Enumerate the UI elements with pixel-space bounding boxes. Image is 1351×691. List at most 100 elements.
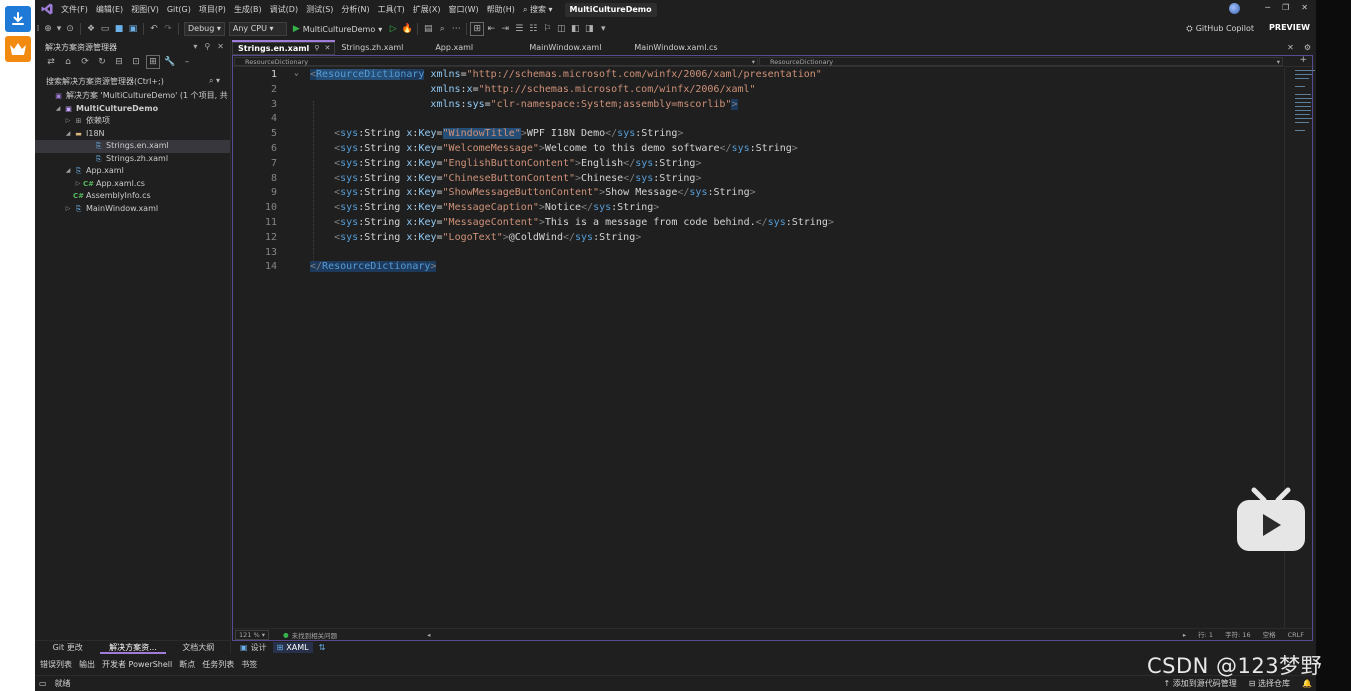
tab-settings-gear-icon[interactable]: ⚙ <box>1304 40 1311 55</box>
doc-tab-mainwindow-xaml[interactable]: MainWindow.xaml <box>523 40 628 55</box>
collapsed-arrow-icon[interactable]: ▷ <box>63 203 73 216</box>
collapse-all-icon[interactable]: ⊟ <box>112 55 126 69</box>
tab-breakpoints[interactable]: 断点 <box>179 659 195 670</box>
collapsed-arrow-icon[interactable]: ▷ <box>73 178 83 191</box>
pin-tab-icon[interactable]: ⚲ <box>314 41 319 56</box>
tab-error-list[interactable]: 错误列表 <box>40 659 72 670</box>
menu-window[interactable]: 窗口(W) <box>445 0 483 20</box>
doc-tab-mainwindow-cs[interactable]: MainWindow.xaml.cs <box>628 40 722 55</box>
profile-avatar-icon[interactable] <box>1229 3 1240 14</box>
line-number-status[interactable]: 行: 1 <box>1198 629 1213 641</box>
type-navigation-select[interactable]: ResourceDictionary ▾ <box>234 56 758 66</box>
close-panel-icon[interactable]: ✕ <box>217 40 224 54</box>
menu-test[interactable]: 测试(S) <box>302 0 337 20</box>
tree-item[interactable]: ▣ 解决方案 'MultiCultureDemo' (1 个项目, 共 <box>35 90 230 103</box>
tab-git-changes[interactable]: Git 更改 <box>35 641 100 654</box>
tree-item[interactable]: ▷ ⊞ 依赖项 <box>35 115 230 128</box>
dropdown-icon[interactable]: ▾ <box>55 22 63 36</box>
open-file-icon[interactable]: ▭ <box>98 22 112 36</box>
start-debugging-button[interactable]: ▶ MultiCultureDemo ▾ <box>289 24 386 34</box>
save-icon[interactable]: ■ <box>112 22 126 36</box>
save-all-icon[interactable]: ▣ <box>126 22 140 36</box>
search-menu[interactable]: ⌕ 搜索 ▾ <box>519 0 557 20</box>
doc-tab-strings-en[interactable]: Strings.en.xaml ⚲ ✕ <box>232 40 336 56</box>
platform-select[interactable]: Any CPU ▾ <box>228 22 287 36</box>
comment-icon[interactable]: ☰ <box>512 22 526 36</box>
char-number-status[interactable]: 字符: 16 <box>1225 629 1251 641</box>
tree-item[interactable]: ◢ ▣ MultiCultureDemo <box>35 103 230 116</box>
github-copilot-button[interactable]: ⛭ GitHub Copilot <box>1186 22 1254 36</box>
panel-dropdown-icon[interactable]: ▾ <box>193 40 197 54</box>
zoom-select[interactable]: 121 % ▾ <box>235 629 269 640</box>
code-line[interactable]: 6 <sys:String x:Key="WelcomeMessage">Wel… <box>233 142 1233 157</box>
prev-bookmark-icon[interactable]: ◫ <box>554 22 568 36</box>
minimize-icon[interactable]: ─ <box>1265 3 1270 12</box>
tab-task-list[interactable]: 任务列表 <box>202 659 234 670</box>
toolbar-dropdown-icon[interactable]: – <box>180 55 194 69</box>
issues-indicator[interactable]: ● 未找到相关问题 <box>283 630 337 640</box>
code-line[interactable]: 11 <sys:String x:Key="MessageContent">Th… <box>233 216 1233 231</box>
code-line[interactable]: 8 <sys:String x:Key="ChineseButtonConten… <box>233 172 1233 187</box>
refresh-icon[interactable]: ↻ <box>95 55 109 69</box>
doc-tab-strings-zh[interactable]: Strings.zh.xaml <box>335 40 429 55</box>
code-line[interactable]: 10 <sys:String x:Key="MessageCaption">No… <box>233 201 1233 216</box>
restore-icon[interactable]: ❐ <box>1282 3 1289 12</box>
tree-item[interactable]: ▷ ⎘ MainWindow.xaml <box>35 203 230 216</box>
menu-extensions[interactable]: 扩展(X) <box>409 0 445 20</box>
clear-bookmarks-icon[interactable]: ◨ <box>582 22 596 36</box>
code-line[interactable]: 7 <sys:String x:Key="EnglishButtonConten… <box>233 157 1233 172</box>
solution-configurations-icon[interactable]: ▤ <box>421 22 435 36</box>
menu-view[interactable]: 视图(V) <box>127 0 163 20</box>
menu-debug[interactable]: 调试(D) <box>266 0 302 20</box>
tree-item[interactable]: ◢ ⎘ App.xaml <box>35 165 230 178</box>
menu-edit[interactable]: 编辑(E) <box>92 0 127 20</box>
menu-build[interactable]: 生成(B) <box>230 0 266 20</box>
home-icon[interactable]: ⌂ <box>61 55 75 69</box>
swap-panes-icon[interactable]: ⇅ <box>315 642 330 653</box>
code-line[interactable]: 3 xmlns:sys="clr-namespace:System;assemb… <box>233 98 1233 113</box>
tab-output[interactable]: 输出 <box>79 659 95 670</box>
navigate-forward-icon[interactable]: ⊙ <box>63 22 77 36</box>
code-line[interactable]: 4 <box>233 112 1233 127</box>
expanded-arrow-icon[interactable]: ◢ <box>53 103 63 116</box>
xaml-live-preview-icon[interactable]: ⊞ <box>470 22 485 36</box>
doc-tab-app-xaml[interactable]: App.xaml <box>429 40 523 55</box>
expanded-arrow-icon[interactable]: ◢ <box>63 165 73 178</box>
tab-xaml-view[interactable]: ⊞ XAML <box>272 642 313 653</box>
sync-icon[interactable]: ⇄ <box>44 55 58 69</box>
tab-bookmarks[interactable]: 书签 <box>241 659 257 670</box>
menu-git[interactable]: Git(G) <box>163 0 195 20</box>
close-all-icon[interactable]: ✕ <box>1287 40 1294 55</box>
undo-icon[interactable]: ↶ <box>147 22 161 36</box>
tree-item[interactable]: ⎘ Strings.zh.xaml <box>35 153 230 166</box>
uncomment-icon[interactable]: ☷ <box>526 22 540 36</box>
video-play-overlay-icon[interactable] <box>1236 486 1306 552</box>
pin-icon[interactable]: ⚲ <box>204 40 210 54</box>
collapsed-arrow-icon[interactable]: ▷ <box>63 115 73 128</box>
more-icon[interactable]: ▾ <box>596 22 610 36</box>
preview-selected-icon[interactable]: ⊞ <box>146 55 160 69</box>
crown-icon[interactable] <box>5 36 31 62</box>
scroll-right-icon[interactable]: ▸ <box>1183 629 1186 641</box>
close-window-icon[interactable]: ✕ <box>1301 3 1308 12</box>
menu-tools[interactable]: 工具(T) <box>374 0 409 20</box>
start-without-debugging-icon[interactable]: ▷ <box>386 22 400 36</box>
code-line[interactable]: 5 <sys:String x:Key="WindowTitle">WPF I1… <box>233 127 1233 142</box>
outline-icon[interactable]: ⇥ <box>498 22 512 36</box>
menu-file[interactable]: 文件(F) <box>57 0 92 20</box>
menu-project[interactable]: 项目(P) <box>195 0 230 20</box>
format-selection-icon[interactable]: ⇤ <box>484 22 498 36</box>
code-line[interactable]: 9 <sys:String x:Key="ShowMessageButtonCo… <box>233 186 1233 201</box>
line-ending-status[interactable]: CRLF <box>1288 629 1304 641</box>
tab-solution-explorer[interactable]: 解决方案资... <box>100 641 166 654</box>
code-line[interactable]: 14 </ResourceDictionary> <box>233 260 1233 275</box>
hot-reload-icon[interactable]: 🔥 <box>400 22 414 36</box>
solution-search-input[interactable]: 搜索解决方案资源管理器(Ctrl+;) ⌕ ▾ <box>41 74 224 88</box>
properties-icon[interactable]: 🔧 <box>163 55 177 69</box>
close-tab-icon[interactable]: ✕ <box>324 41 330 56</box>
overflow-icon[interactable]: ⋯ <box>449 22 463 36</box>
tree-item[interactable]: ◢ ▬ I18N <box>35 128 230 141</box>
whitespace-status[interactable]: 空格 <box>1263 629 1276 641</box>
scroll-left-icon[interactable]: ◂ <box>427 631 430 639</box>
tree-item[interactable]: C# AssemblyInfo.cs <box>35 190 230 203</box>
